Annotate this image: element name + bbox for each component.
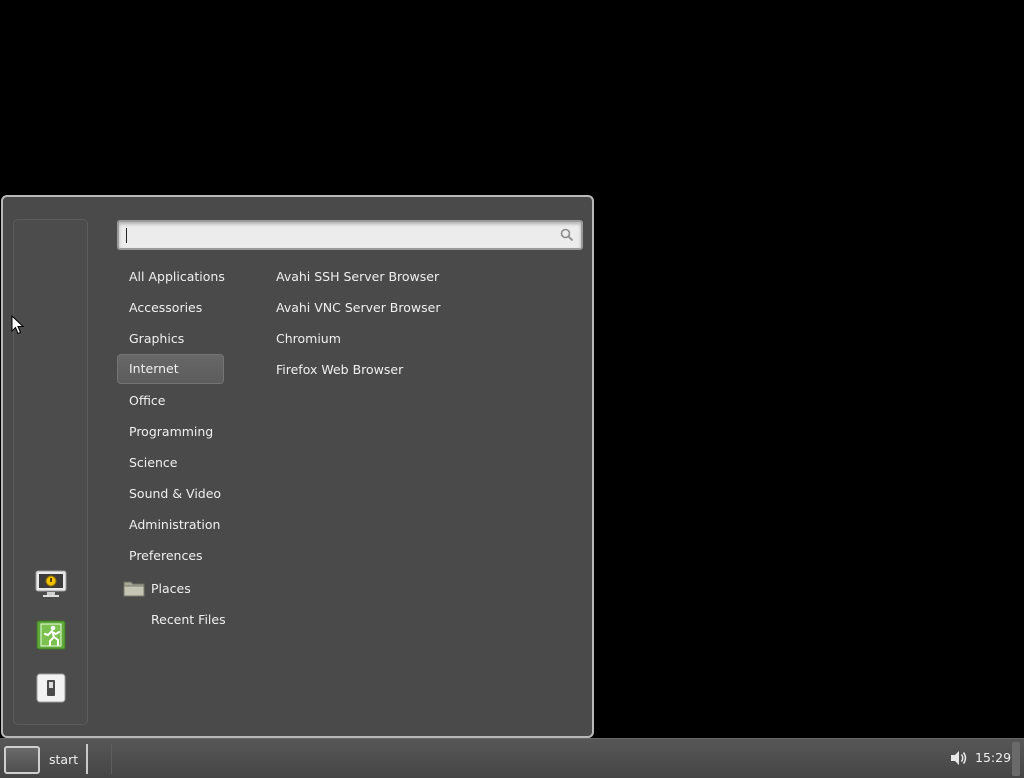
logout-icon bbox=[36, 620, 66, 650]
places-label: Places bbox=[151, 580, 191, 596]
application-menu: All Applications Accessories Graphics In… bbox=[1, 195, 594, 738]
shutdown-icon bbox=[36, 673, 66, 703]
app-firefox-web-browser[interactable]: Firefox Web Browser bbox=[276, 362, 403, 377]
mouse-cursor-icon bbox=[11, 315, 25, 335]
category-internet[interactable]: Internet bbox=[117, 354, 224, 384]
taskbar: start 15:29 bbox=[0, 738, 1024, 778]
search-icon bbox=[560, 228, 574, 242]
clock[interactable]: 15:29 bbox=[975, 750, 1011, 765]
folder-icon bbox=[123, 581, 145, 597]
category-programming[interactable]: Programming bbox=[117, 417, 224, 447]
window-list[interactable] bbox=[118, 743, 938, 775]
text-caret bbox=[126, 228, 127, 243]
category-graphics[interactable]: Graphics bbox=[117, 324, 224, 354]
taskbar-separator bbox=[111, 744, 112, 774]
show-desktop-handle[interactable] bbox=[1012, 742, 1020, 776]
category-administration[interactable]: Administration bbox=[117, 510, 224, 540]
app-avahi-vnc-server-browser[interactable]: Avahi VNC Server Browser bbox=[276, 300, 440, 315]
lock-screen-icon bbox=[35, 570, 67, 597]
start-label: start bbox=[49, 752, 79, 767]
app-avahi-ssh-server-browser[interactable]: Avahi SSH Server Browser bbox=[276, 269, 439, 284]
category-accessories[interactable]: Accessories bbox=[117, 293, 224, 323]
app-chromium[interactable]: Chromium bbox=[276, 331, 341, 346]
lock-screen-button[interactable] bbox=[34, 567, 68, 601]
taskbar-separator bbox=[86, 744, 88, 774]
places-section[interactable]: Places bbox=[123, 575, 191, 601]
shutdown-button[interactable] bbox=[34, 671, 68, 705]
category-science[interactable]: Science bbox=[117, 448, 224, 478]
logout-button[interactable] bbox=[34, 618, 68, 652]
start-menu-icon bbox=[4, 745, 40, 774]
category-all-applications[interactable]: All Applications bbox=[117, 262, 225, 292]
start-menu-button[interactable]: start bbox=[2, 743, 84, 776]
category-preferences[interactable]: Preferences bbox=[117, 541, 224, 571]
category-office[interactable]: Office bbox=[117, 386, 224, 416]
favorites-sidebar bbox=[13, 219, 88, 725]
category-sound-video[interactable]: Sound & Video bbox=[117, 479, 224, 509]
search-input[interactable] bbox=[125, 225, 555, 245]
volume-icon[interactable] bbox=[950, 750, 968, 766]
search-box[interactable] bbox=[117, 220, 583, 250]
recent-files-item[interactable]: Recent Files bbox=[151, 612, 226, 627]
